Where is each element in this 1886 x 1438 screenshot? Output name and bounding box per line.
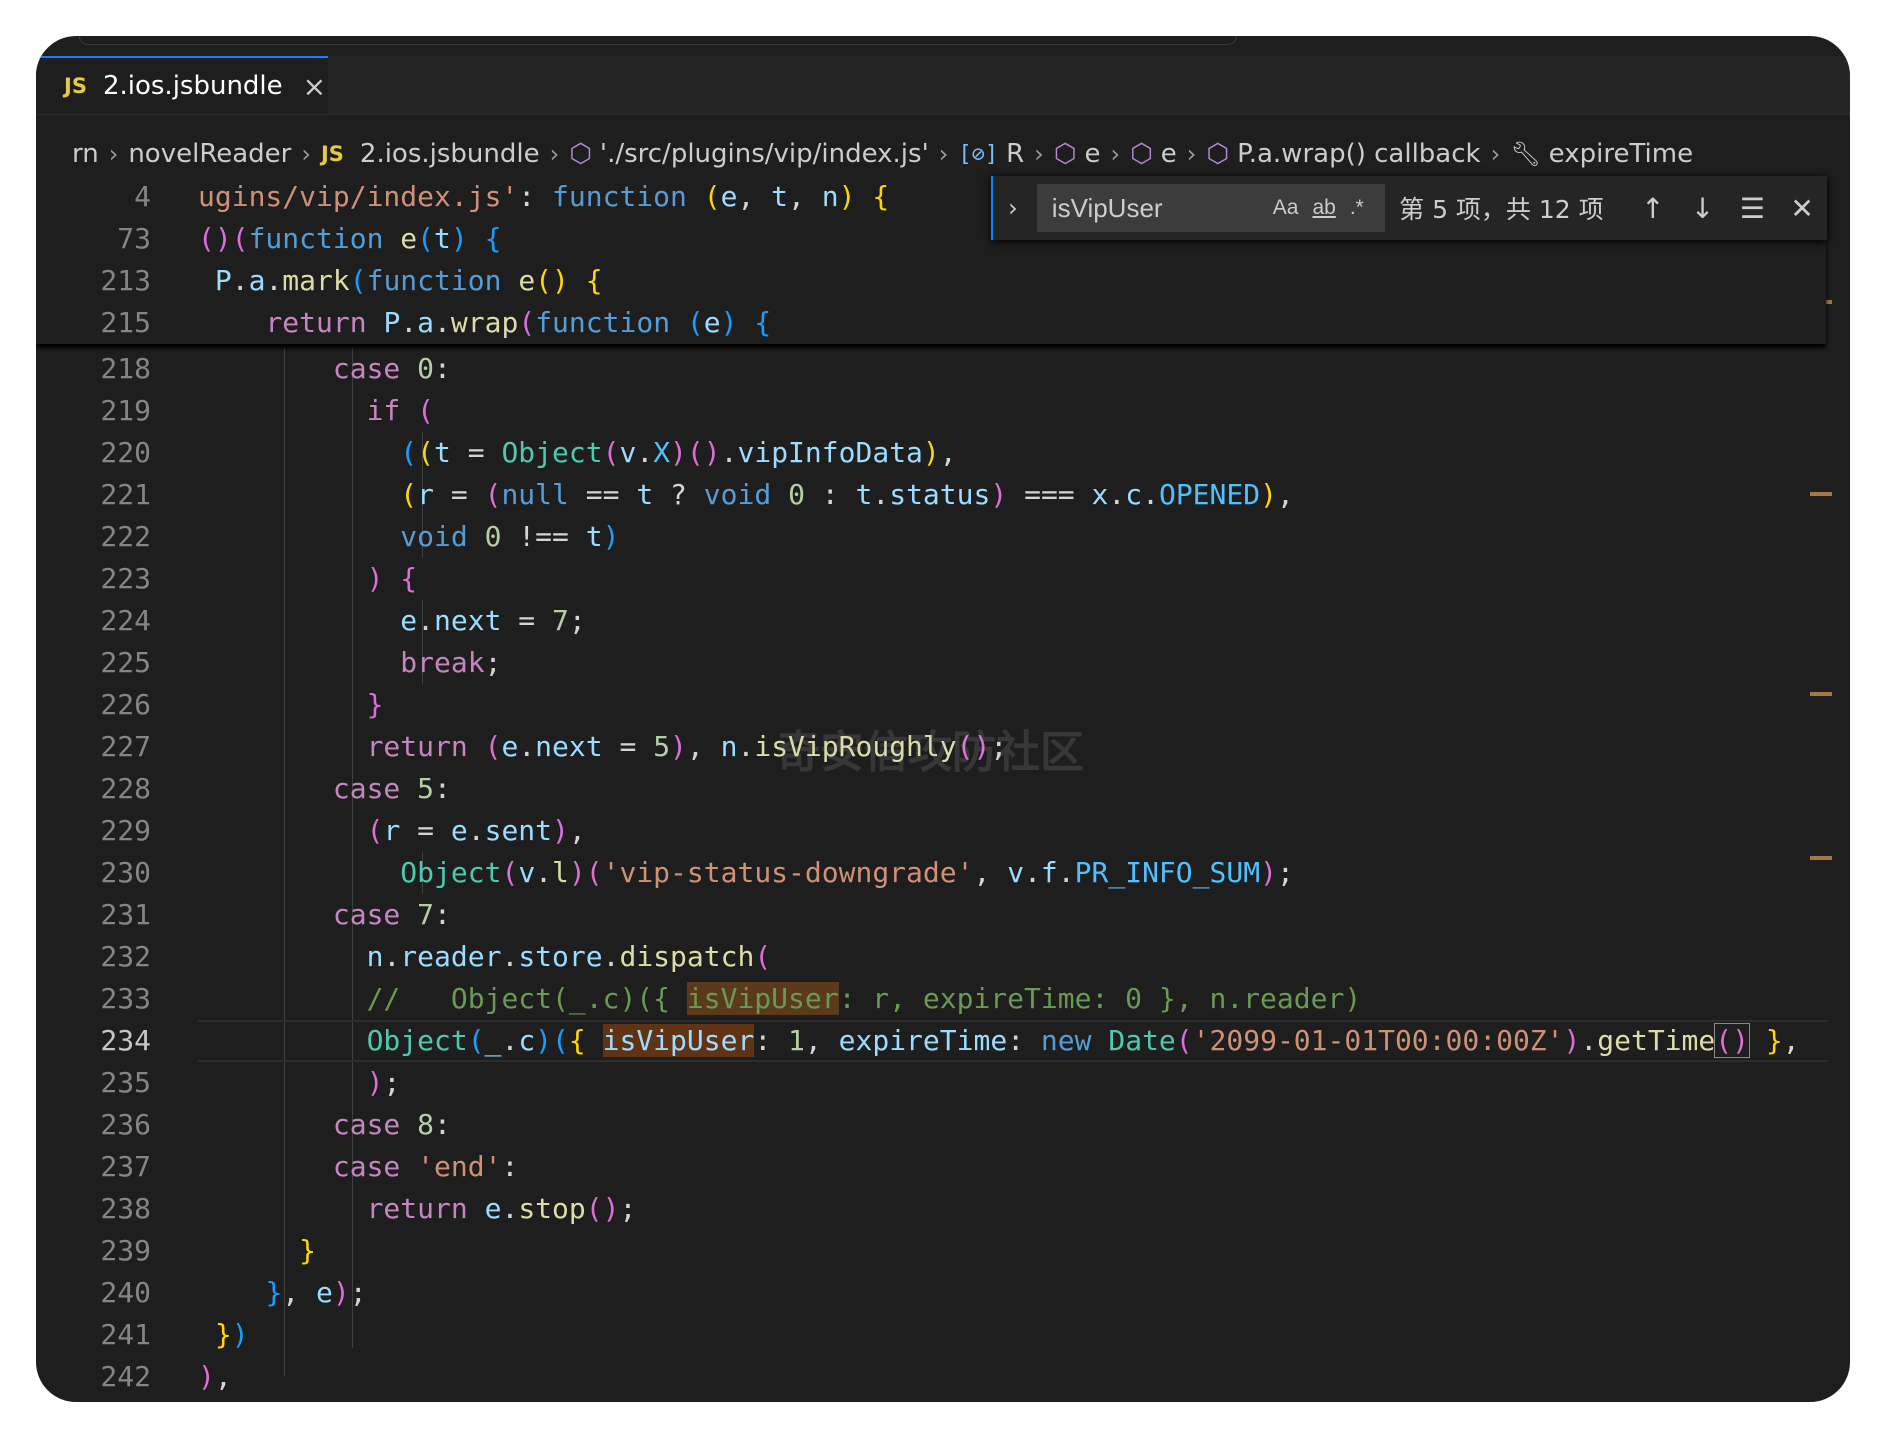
code-line[interactable]: 235 ); [36, 1062, 1850, 1104]
module-icon: ⬡ [569, 139, 592, 169]
code-line[interactable]: 233 // Object(_.c)({ isVipUser: r, expir… [36, 978, 1850, 1020]
code-line[interactable]: 236 case 8: [36, 1104, 1850, 1146]
arrow-up-icon[interactable]: ↑ [1628, 192, 1678, 225]
chevron-right-icon: › [549, 140, 560, 168]
breadcrumb-item-r[interactable]: [⊘] R [958, 139, 1024, 169]
code-line[interactable]: 219 if ( [36, 390, 1850, 432]
code-line[interactable]: 221 (r = (null == t ? void 0 : t.status)… [36, 474, 1850, 516]
method-icon: ⬡ [1053, 139, 1077, 169]
breadcrumb-item-e1[interactable]: ⬡ e [1054, 139, 1101, 169]
breadcrumb-item-e2[interactable]: ⬡ e [1130, 139, 1177, 169]
code-line[interactable]: 225 break; [36, 642, 1850, 684]
arrow-down-icon[interactable]: ↓ [1678, 192, 1728, 225]
code-line[interactable]: 222 void 0 !== t) [36, 516, 1850, 558]
find-input-box: Aa ab .* [1036, 184, 1386, 232]
code-line[interactable]: 223 ) { [36, 558, 1850, 600]
code-line[interactable]: 218 case 0: [36, 348, 1850, 390]
find-input[interactable] [1049, 191, 1259, 225]
find-widget: › Aa ab .* 第 5 项，共 12 项 ↑ ↓ ☰ ✕ [991, 176, 1827, 240]
chevron-right-icon: › [938, 140, 949, 168]
breadcrumb: rn › novelReader › JS 2.ios.jsbundle › ⬡ '… [72, 132, 1693, 176]
chevron-right-icon: › [1034, 140, 1044, 168]
close-icon[interactable]: ✕ [1777, 192, 1827, 225]
tab-2-ios-jsbundle[interactable]: JS 2.ios.jsbundle × [36, 56, 328, 114]
code-line[interactable]: 229 (r = e.sent), [36, 810, 1850, 852]
breadcrumb-item-expiretime[interactable]: 🔧︎ expireTime [1510, 139, 1693, 169]
tab-bar: JS 2.ios.jsbundle × [36, 56, 1850, 115]
code-line[interactable]: 240 }, e); [36, 1272, 1850, 1314]
code-line[interactable]: 234 Object(_.c)({ isVipUser: 1, expireTi… [36, 1020, 1850, 1062]
property-icon: 🔧︎ [1510, 140, 1541, 168]
code-line[interactable]: 237 case 'end': [36, 1146, 1850, 1188]
chevron-right-icon: › [301, 140, 311, 168]
breadcrumb-item-callback[interactable]: ⬡ P.a.wrap() callback [1206, 139, 1480, 169]
code-body[interactable]: 218 case 0: 219 if ( 220 ((t = Object(v.… [36, 348, 1850, 1398]
code-line[interactable]: 228 case 5: [36, 768, 1850, 810]
code-line[interactable]: 230 Object(v.l)('vip-status-downgrade', … [36, 852, 1850, 894]
variable-icon: [⊘] [958, 141, 999, 167]
match-case-icon[interactable]: Aa [1273, 196, 1299, 220]
chevron-right-icon: › [1186, 140, 1197, 168]
chevron-right-icon: › [1490, 140, 1501, 168]
regex-icon[interactable]: .* [1350, 196, 1364, 220]
whole-word-icon[interactable]: ab [1312, 196, 1335, 220]
code-line[interactable]: 232 n.reader.store.dispatch( [36, 936, 1850, 978]
javascript-file-icon: JS [64, 74, 87, 98]
scrollbar-match-marker [1810, 492, 1832, 496]
breadcrumb-item-file[interactable]: JS 2.ios.jsbundle [321, 139, 540, 169]
close-icon[interactable]: × [303, 70, 326, 103]
method-icon: ⬡ [1130, 139, 1153, 169]
find-in-selection-icon[interactable]: ☰ [1727, 192, 1777, 225]
code-line[interactable]: 239 } [36, 1230, 1850, 1272]
scrollbar-match-marker [1810, 856, 1832, 860]
code-line[interactable]: 224 e.next = 7; [36, 600, 1850, 642]
editor-window: JS 2.ios.jsbundle × rn › novelReader › J… [36, 36, 1850, 1402]
title-strip [79, 36, 1237, 45]
scrollbar-match-marker [1810, 692, 1832, 696]
find-result-count: 第 5 项，共 12 项 [1399, 195, 1604, 224]
javascript-file-icon: JS [320, 142, 344, 166]
method-icon: ⬡ [1206, 139, 1230, 169]
sticky-line[interactable]: 213 P.a.mark(function e() { [36, 260, 1826, 302]
code-line[interactable]: 220 ((t = Object(v.X)().vipInfoData), [36, 432, 1850, 474]
tab-label: 2.ios.jsbundle [102, 71, 283, 101]
toggle-replace-chevron-icon[interactable]: › [991, 176, 1033, 240]
code-line[interactable]: 238 return e.stop(); [36, 1188, 1850, 1230]
code-line[interactable]: 227 return (e.next = 5), n.isVipRoughly(… [36, 726, 1850, 768]
code-line[interactable]: 241 }) [36, 1314, 1850, 1356]
sticky-line[interactable]: 215 return P.a.wrap(function (e) { [36, 302, 1826, 344]
code-line[interactable]: 226 } [36, 684, 1850, 726]
chevron-right-icon: › [1110, 140, 1121, 168]
breadcrumb-item-rn[interactable]: rn [72, 139, 99, 169]
chevron-right-icon: › [108, 140, 119, 168]
breadcrumb-item-module[interactable]: ⬡ './src/plugins/vip/index.js' [569, 139, 929, 169]
code-line[interactable]: 242), [36, 1356, 1850, 1398]
code-line[interactable]: 231 case 7: [36, 894, 1850, 936]
breadcrumb-item-novelreader[interactable]: novelReader [128, 139, 291, 169]
